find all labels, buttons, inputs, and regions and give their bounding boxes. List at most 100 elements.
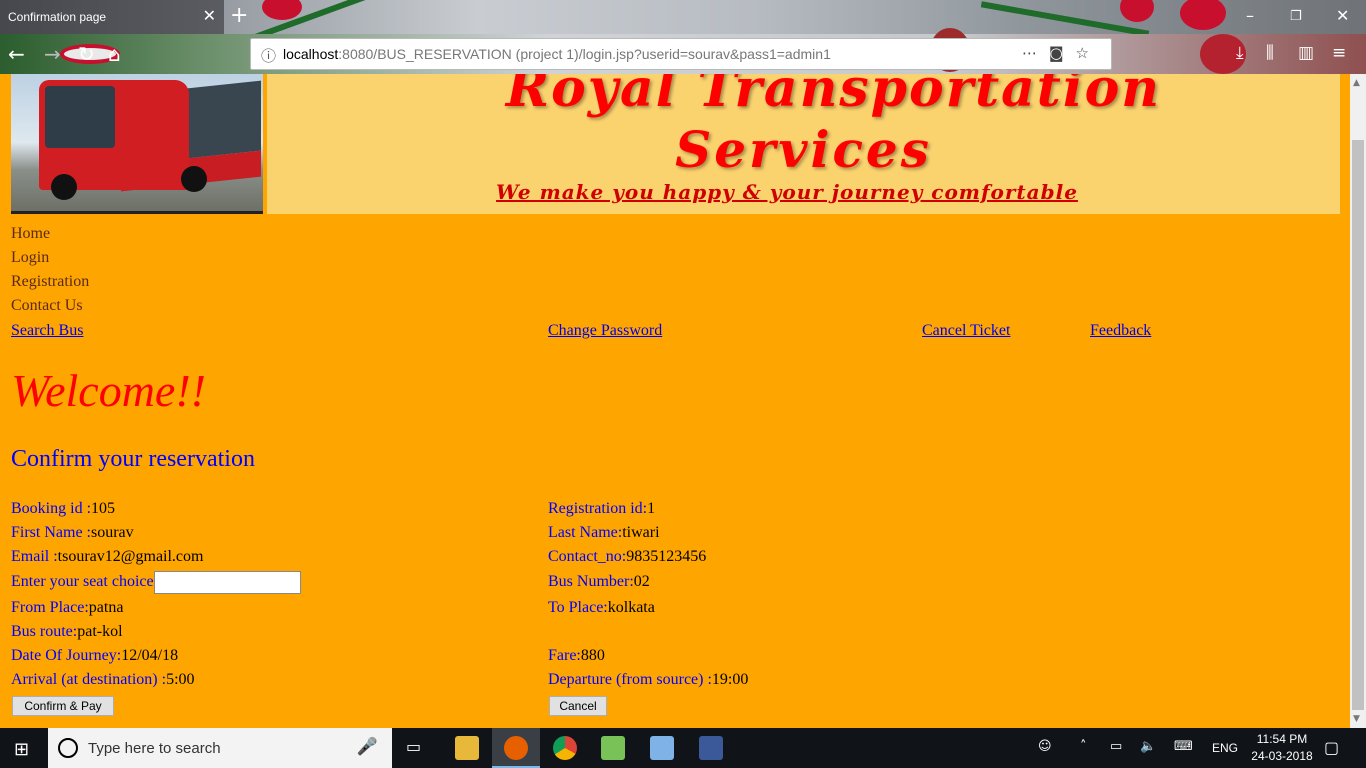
first-name-label: First Name : (11, 524, 91, 541)
confirm-pay-button[interactable]: Confirm & Pay (12, 696, 114, 716)
task-view-icon[interactable]: ▭ (406, 737, 421, 756)
arrival-value: 5:00 (166, 671, 195, 688)
seat-choice-field: Enter your seat choice (11, 573, 154, 591)
bus-route-value: pat-kol (77, 623, 123, 640)
menu-item-contact-us[interactable]: Contact Us (11, 294, 89, 318)
christmas-ornament-decoration (262, 0, 302, 20)
arrival-field: Arrival (at destination) :5:00 (11, 671, 195, 689)
booking-id-label: Booking id : (11, 500, 92, 517)
tab-title: Confirmation page (8, 10, 107, 24)
to-place-field: To Place:kolkata (548, 599, 655, 617)
notifications-icon[interactable]: ▢ (1324, 738, 1339, 757)
registration-id-value: 1 (647, 500, 656, 517)
menu-item-registration[interactable]: Registration (11, 270, 89, 294)
scroll-down-arrow-icon[interactable]: ▼ (1353, 714, 1360, 724)
seat-choice-input[interactable] (154, 571, 301, 594)
android-studio-icon[interactable] (601, 736, 625, 760)
taskbar-search-box[interactable]: Type here to search 🎤 (48, 728, 392, 768)
bus-number-label: Bus Number: (548, 573, 634, 590)
windows-taskbar: ⊞ Type here to search 🎤 ▭ ☺ ˄ ▭ 🔈 ⌨ ENG … (0, 728, 1366, 768)
scroll-up-arrow-icon[interactable]: ▲ (1353, 78, 1360, 88)
side-menu: Home Login Registration Contact Us (11, 222, 89, 318)
site-info-icon[interactable]: ⓘ (261, 45, 276, 66)
back-arrow-icon[interactable]: ← (8, 42, 25, 66)
fare-value: 880 (580, 647, 605, 664)
clock-date: 24-03-2018 (1251, 749, 1313, 763)
bus-windshield (45, 86, 115, 148)
booking-id-value: 105 (91, 500, 116, 517)
restore-icon[interactable]: ❐ (1290, 9, 1302, 24)
scrollbar-thumb[interactable] (1352, 140, 1364, 710)
language-indicator[interactable]: ENG (1212, 741, 1238, 755)
new-tab-icon[interactable]: + (230, 3, 248, 28)
seat-choice-label: Enter your seat choice (11, 573, 154, 590)
mysql-workbench-icon[interactable] (699, 736, 723, 760)
windows-start-icon[interactable]: ⊞ (14, 739, 29, 760)
last-name-label: Last Name: (548, 524, 623, 541)
download-icon[interactable]: ⤓ (1236, 43, 1244, 63)
chrome-icon[interactable] (553, 736, 577, 760)
cancel-button[interactable]: Cancel (549, 696, 607, 716)
page-scrollbar[interactable]: ▲ ▼ (1350, 74, 1366, 728)
last-name-field: Last Name:tiwari (548, 524, 660, 542)
show-hidden-icons-icon[interactable]: ˄ (1080, 739, 1087, 754)
people-icon[interactable]: ☺ (1038, 739, 1052, 754)
email-value: tsourav12@gmail.com (57, 548, 204, 565)
menu-item-home[interactable]: Home (11, 222, 89, 246)
feedback-link[interactable]: Feedback (1090, 322, 1151, 340)
change-password-link[interactable]: Change Password (548, 322, 662, 340)
bus-number-field: Bus Number:02 (548, 573, 650, 591)
url-path: :8080/BUS_RESERVATION (project 1)/login.… (338, 46, 831, 62)
reload-icon[interactable]: ↻ (78, 42, 95, 66)
tab-close-icon[interactable]: ✕ (203, 6, 216, 26)
email-label: Email : (11, 548, 58, 565)
library-icon[interactable]: ⫼ (1266, 43, 1274, 63)
browser-title-bar: Confirmation page ✕ + – ❐ ✕ (0, 0, 1366, 44)
url-host: localhost (283, 46, 339, 62)
departure-field: Departure (from source) :19:00 (548, 671, 748, 689)
url-text[interactable]: localhost:8080/BUS_RESERVATION (project … (283, 46, 831, 62)
volume-icon[interactable]: 🔈 (1140, 739, 1156, 754)
bus-route-field: Bus route:pat-kol (11, 623, 123, 641)
menu-item-login[interactable]: Login (11, 246, 89, 270)
cancel-ticket-link[interactable]: Cancel Ticket (922, 322, 1010, 340)
bus-route-label: Bus route: (11, 623, 78, 640)
from-place-label: From Place: (11, 599, 89, 616)
bus-wheel (51, 174, 77, 200)
forward-arrow-icon[interactable]: → (44, 42, 61, 66)
minimize-icon[interactable]: – (1246, 6, 1254, 25)
banner-title-line1: Royal Transportation (505, 74, 1162, 119)
file-explorer-icon[interactable] (455, 736, 479, 760)
virtualbox-icon[interactable] (650, 736, 674, 760)
clock-time: 11:54 PM (1256, 732, 1308, 746)
page-content: Royal Transportation Services We make yo… (0, 74, 1350, 728)
home-icon[interactable]: ⌂ (108, 42, 121, 66)
to-place-label: To Place: (548, 599, 608, 616)
confirm-reservation-heading: Confirm your reservation (11, 446, 255, 472)
date-of-journey-field: Date Of Journey:12/04/18 (11, 647, 178, 665)
page-actions-icons[interactable]: ⋯◙☆ (1022, 44, 1101, 62)
sidebar-icon[interactable]: ▥ (1298, 43, 1314, 63)
banner-tagline: We make you happy & your journey comfort… (496, 180, 1078, 204)
microphone-icon[interactable]: 🎤 (357, 737, 378, 757)
from-place-field: From Place:patna (11, 599, 123, 617)
firefox-icon[interactable] (504, 736, 528, 760)
address-bar[interactable]: ⓘ localhost:8080/BUS_RESERVATION (projec… (250, 38, 1112, 70)
taskbar-clock[interactable]: 11:54 PM 24-03-2018 (1244, 731, 1320, 765)
search-bus-link[interactable]: Search Bus (11, 322, 83, 340)
bus-wheel (181, 166, 207, 192)
first-name-field: First Name :sourav (11, 524, 134, 542)
registration-id-field: Registration id:1 (548, 500, 655, 518)
browser-tab-active[interactable]: Confirmation page ✕ (0, 0, 224, 34)
close-window-icon[interactable]: ✕ (1336, 6, 1349, 25)
arrival-label: Arrival (at destination) : (11, 671, 167, 688)
bus-number-value: 02 (633, 573, 650, 590)
departure-label: Departure (from source) : (548, 671, 712, 688)
keyboard-icon[interactable]: ⌨ (1174, 739, 1193, 754)
contact-no-field: Contact_no:9835123456 (548, 548, 706, 566)
cortana-icon (58, 738, 78, 758)
menu-hamburger-icon[interactable]: ≡ (1332, 43, 1346, 63)
date-of-journey-value: 12/04/18 (121, 647, 179, 664)
battery-icon[interactable]: ▭ (1110, 739, 1122, 754)
registration-id-label: Registration id: (548, 500, 648, 517)
